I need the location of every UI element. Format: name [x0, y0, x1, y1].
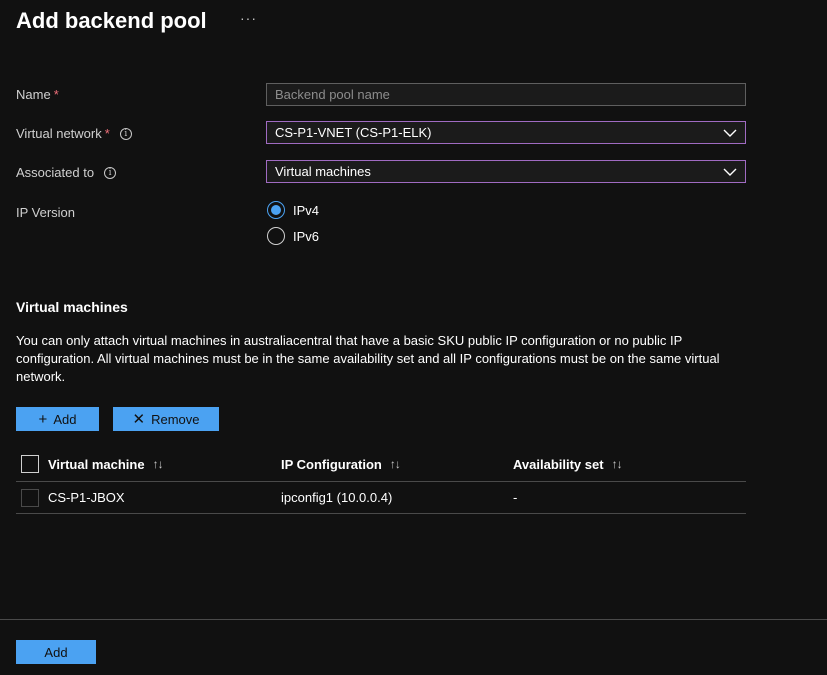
footer-add-button[interactable]: Add — [16, 640, 96, 664]
close-icon: ✕ — [132, 410, 146, 428]
associated-to-label-text: Associated to — [16, 165, 95, 180]
radio-label-ipv4: IPv4 — [293, 202, 320, 218]
sort-icon[interactable]: ↑↓ — [612, 457, 623, 471]
select-all-checkbox[interactable] — [21, 455, 39, 473]
more-icon[interactable]: ··· — [240, 10, 257, 26]
sort-icon[interactable]: ↑↓ — [390, 457, 401, 471]
cell-availability: - — [513, 490, 518, 505]
virtual-network-select[interactable]: CS-P1-VNET (CS-P1-ELK) — [266, 121, 746, 144]
chevron-down-icon — [723, 168, 737, 176]
name-label: Name * — [16, 87, 59, 102]
footer-add-button-label: Add — [44, 644, 68, 660]
associated-to-label: Associated to i — [16, 165, 117, 180]
associated-to-select[interactable]: Virtual machines — [266, 160, 746, 183]
name-field[interactable] — [275, 84, 737, 105]
chevron-down-icon — [723, 129, 737, 137]
associated-to-value: Virtual machines — [275, 164, 371, 179]
info-icon[interactable]: i — [119, 127, 132, 140]
ip-version-label: IP Version — [16, 205, 76, 220]
cell-ip: ipconfig1 (10.0.0.4) — [281, 490, 393, 505]
table-header: Virtual machine ↑↓ IP Configuration ↑↓ Ava… — [16, 447, 746, 482]
remove-vm-button[interactable]: ✕ Remove — [113, 407, 219, 431]
column-header-ip[interactable]: IP Configuration ↑↓ — [281, 447, 401, 481]
section-title: Virtual machines — [16, 299, 128, 315]
radio-button-checked[interactable] — [267, 201, 285, 219]
table-row[interactable]: CS-P1-JBOX ipconfig1 (10.0.0.4) - — [16, 482, 746, 514]
name-label-text: Name — [16, 87, 51, 102]
radio-ipv4[interactable]: IPv4 — [267, 201, 319, 219]
name-field-container — [266, 83, 746, 106]
radio-ipv6[interactable]: IPv6 — [267, 227, 319, 245]
column-label: Virtual machine — [48, 456, 145, 472]
column-label: IP Configuration — [281, 456, 382, 472]
plus-icon: + — [38, 410, 48, 428]
info-icon[interactable]: i — [104, 166, 117, 179]
section-description: You can only attach virtual machines in … — [16, 333, 720, 384]
remove-vm-button-label: Remove — [151, 411, 200, 427]
radio-label-ipv6: IPv6 — [293, 228, 320, 244]
required-marker: * — [104, 126, 110, 141]
virtual-network-label: Virtual network * i — [16, 126, 132, 141]
column-header-availability[interactable]: Availability set ↑↓ — [513, 447, 623, 481]
row-checkbox[interactable] — [21, 488, 39, 507]
footer-divider — [0, 619, 827, 620]
radio-button[interactable] — [267, 227, 285, 245]
add-vm-button[interactable]: + Add — [16, 407, 99, 431]
page-title: Add backend pool — [16, 8, 207, 33]
add-vm-button-label: Add — [53, 411, 77, 427]
virtual-network-value: CS-P1-VNET (CS-P1-ELK) — [275, 125, 432, 140]
required-marker: * — [53, 87, 59, 102]
column-label: Availability set — [513, 456, 604, 472]
vm-table: Virtual machine ↑↓ IP Configuration ↑↓ Ava… — [16, 447, 746, 514]
column-header-vm[interactable]: Virtual machine ↑↓ — [48, 447, 164, 481]
cell-vm: CS-P1-JBOX — [48, 490, 125, 505]
sort-icon[interactable]: ↑↓ — [153, 457, 164, 471]
virtual-network-label-text: Virtual network — [16, 126, 102, 141]
